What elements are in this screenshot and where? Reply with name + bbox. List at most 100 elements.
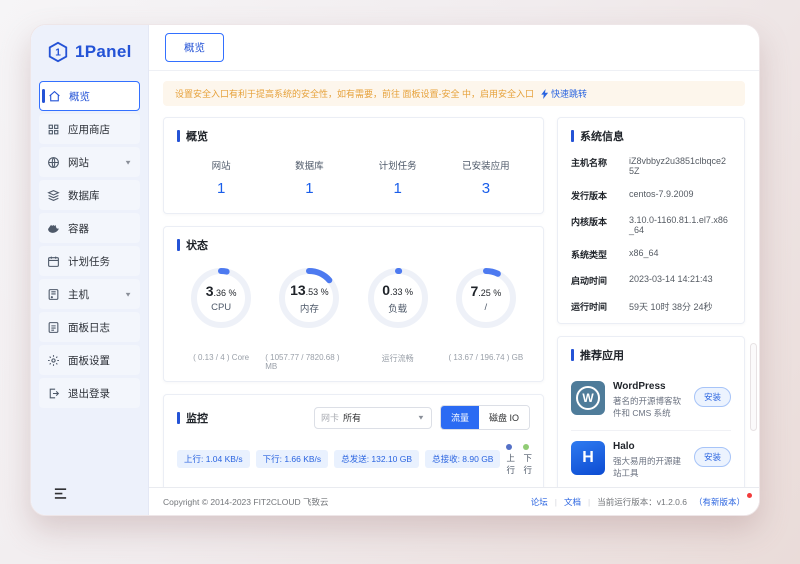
lightning-icon — [541, 89, 549, 99]
disk-io-button[interactable]: 磁盘 IO — [479, 406, 529, 429]
sidebar-item-label: 数据库 — [68, 188, 100, 203]
sidebar-item-overview[interactable]: 概览 — [39, 81, 140, 111]
host-icon — [47, 288, 60, 301]
download-rate-badge: 下行: 1.66 KB/s — [256, 450, 329, 468]
sidebar-item-panel-log[interactable]: 面板日志 — [39, 312, 140, 342]
sidebar-item-container[interactable]: 容器 — [39, 213, 140, 243]
sidebar-item-website[interactable]: 网站 ▼ — [39, 147, 140, 177]
sidebar-item-database[interactable]: 数据库 — [39, 180, 140, 210]
chart-legend: 上行 下行 — [506, 442, 532, 476]
logo: 1 1Panel — [31, 25, 148, 77]
sidebar-item-host[interactable]: 主机 ▼ — [39, 279, 140, 309]
sidebar-item-appstore[interactable]: 应用商店 — [39, 114, 140, 144]
down-dot-icon — [523, 444, 529, 450]
upload-rate-badge: 上行: 1.04 KB/s — [177, 450, 250, 468]
cron-icon — [47, 255, 60, 268]
row-uptime: 运行时间 59天 10时 38分 24秒 — [571, 300, 731, 313]
overview-stats: 网站 1 数据库 1 计划任务 1 — [177, 158, 530, 197]
stat-cronjobs: 计划任务 1 — [354, 158, 442, 197]
footer: Copyright © 2014-2023 FIT2CLOUD 飞致云 论坛 |… — [149, 487, 759, 515]
app-row-halo: H Halo 强大易用的开源建站工具 安装 — [571, 431, 731, 487]
gauge-cpu: 3.36 % CPU ( 0.13 / 4 ) Core — [177, 265, 265, 371]
status-gauges: 3.36 % CPU ( 0.13 / 4 ) Core — [177, 265, 530, 371]
new-version-link[interactable]: （有新版本） — [694, 496, 745, 508]
security-warning-banner: 设置安全入口有利于提高系统的安全性，如有需要，前往 面板设置-安全 中，启用安全… — [163, 81, 745, 106]
version-text: 当前运行版本：v1.2.0.6 — [597, 496, 687, 508]
row-kernel: 内核版本 3.10.0-1160.81.1.el7.x86_64 — [571, 215, 731, 235]
sidebar-collapse-button[interactable] — [53, 487, 68, 505]
halo-logo-icon: H — [571, 441, 605, 475]
install-halo-button[interactable]: 安装 — [694, 447, 731, 467]
row-arch: 系统类型 x86_64 — [571, 248, 731, 261]
tab-bar: 概览 — [149, 25, 759, 71]
row-hostname: 主机名称 iZ8vbbyz2u3851clbqce25Z — [571, 156, 731, 176]
legend-up[interactable]: 上行 — [506, 442, 515, 476]
stat-databases-value[interactable]: 1 — [265, 180, 353, 197]
gauge-load: 0.33 % 负载 运行流畅 — [354, 265, 442, 371]
sidebar-item-label: 容器 — [68, 221, 89, 236]
sidebar-item-label: 面板日志 — [68, 320, 110, 335]
sidebar-item-label: 面板设置 — [68, 353, 110, 368]
traffic-button[interactable]: 流量 — [441, 406, 479, 429]
sidebar-item-label: 应用商店 — [68, 122, 110, 137]
system-info-card: 系统信息 主机名称 iZ8vbbyz2u3851clbqce25Z 发行版本 c… — [557, 117, 745, 324]
up-dot-icon — [506, 444, 512, 450]
stat-installed-apps: 已安装应用 3 — [442, 158, 530, 197]
settings-icon — [47, 354, 60, 367]
chevron-down-icon: ▼ — [124, 158, 132, 165]
log-icon — [47, 321, 60, 334]
stat-installed-apps-value[interactable]: 3 — [442, 180, 530, 197]
gauge-memory-detail: ( 1057.77 / 7820.68 ) MB — [265, 353, 353, 371]
sidebar-item-panel-settings[interactable]: 面板设置 — [39, 345, 140, 375]
system-info-title: 系统信息 — [571, 128, 731, 144]
forum-link[interactable]: 论坛 — [531, 496, 548, 508]
gauge-load-detail: 运行流畅 — [382, 353, 414, 364]
sidebar-item-label: 网站 — [68, 155, 89, 170]
monitor-card: 监控 网卡 所有 ▼ 流量 磁盘 IO — [163, 394, 544, 487]
stat-websites-value[interactable]: 1 — [177, 180, 265, 197]
appstore-icon — [47, 123, 60, 136]
network-card-select[interactable]: 网卡 所有 ▼ — [314, 407, 432, 429]
legend-down[interactable]: 下行 — [523, 442, 532, 476]
content: 设置安全入口有利于提高系统的安全性，如有需要，前往 面板设置-安全 中，启用安全… — [149, 72, 759, 487]
sidebar-menu: 概览 应用商店 网站 ▼ 数据库 容器 计划任务 — [31, 77, 148, 412]
stat-cronjobs-value[interactable]: 1 — [354, 180, 442, 197]
home-icon — [48, 90, 61, 103]
sidebar: 1 1Panel 概览 应用商店 网站 ▼ 数据库 — [31, 25, 149, 515]
sidebar-item-label: 计划任务 — [68, 254, 110, 269]
gauge-memory: 13.53 % 内存 ( 1057.77 / 7820.68 ) MB — [265, 265, 353, 371]
chevron-down-icon: ▼ — [124, 290, 132, 297]
docs-link[interactable]: 文档 — [564, 496, 581, 508]
sidebar-item-logout[interactable]: 退出登录 — [39, 378, 140, 408]
scrollbar-thumb[interactable] — [750, 343, 757, 431]
sidebar-item-label: 概览 — [69, 89, 90, 104]
recommended-apps-card: 推荐应用 W WordPress 著名的开源博客软件和 CMS 系统 安装 — [557, 336, 745, 487]
status-card: 状态 3.36 % CPU — [163, 226, 544, 382]
row-distribution: 发行版本 centos-7.9.2009 — [571, 189, 731, 202]
app-row-wordpress: W WordPress 著名的开源博客软件和 CMS 系统 安装 — [571, 371, 731, 431]
overview-card: 概览 网站 1 数据库 1 计划任务 — [163, 117, 544, 214]
svg-text:1: 1 — [55, 48, 61, 59]
sidebar-item-cronjob[interactable]: 计划任务 — [39, 246, 140, 276]
overview-card-title: 概览 — [177, 128, 530, 144]
monitor-badges: 上行: 1.04 KB/s 下行: 1.66 KB/s 总发送: 132.10 … — [177, 442, 530, 476]
quick-jump-link[interactable]: 快速跳转 — [541, 87, 587, 100]
tab-overview[interactable]: 概览 — [165, 33, 224, 62]
stat-databases: 数据库 1 — [265, 158, 353, 197]
chevron-down-icon: ▼ — [417, 414, 425, 421]
total-received-badge: 总接收: 8.90 GB — [425, 450, 500, 468]
database-icon — [47, 189, 60, 202]
system-info-rows: 主机名称 iZ8vbbyz2u3851clbqce25Z 发行版本 centos… — [571, 156, 731, 313]
wordpress-logo-icon: W — [571, 381, 605, 415]
status-card-title: 状态 — [177, 237, 530, 253]
banner-text: 设置安全入口有利于提高系统的安全性，如有需要，前往 面板设置-安全 中，启用安全… — [175, 87, 534, 100]
logout-icon — [47, 387, 60, 400]
install-wordpress-button[interactable]: 安装 — [694, 387, 731, 407]
gauge-disk-root: 7.25 % / ( 13.67 / 196.74 ) GB — [442, 265, 530, 371]
monitor-card-title: 监控 — [177, 410, 208, 426]
logo-text: 1Panel — [75, 42, 132, 62]
recommended-apps-title: 推荐应用 — [571, 347, 731, 363]
main-area: 概览 设置安全入口有利于提高系统的安全性，如有需要，前往 面板设置-安全 中，启… — [149, 25, 759, 515]
row-boot-time: 启动时间 2023-03-14 14:21:43 — [571, 274, 731, 287]
copyright-text: Copyright © 2014-2023 FIT2CLOUD 飞致云 — [163, 496, 328, 508]
